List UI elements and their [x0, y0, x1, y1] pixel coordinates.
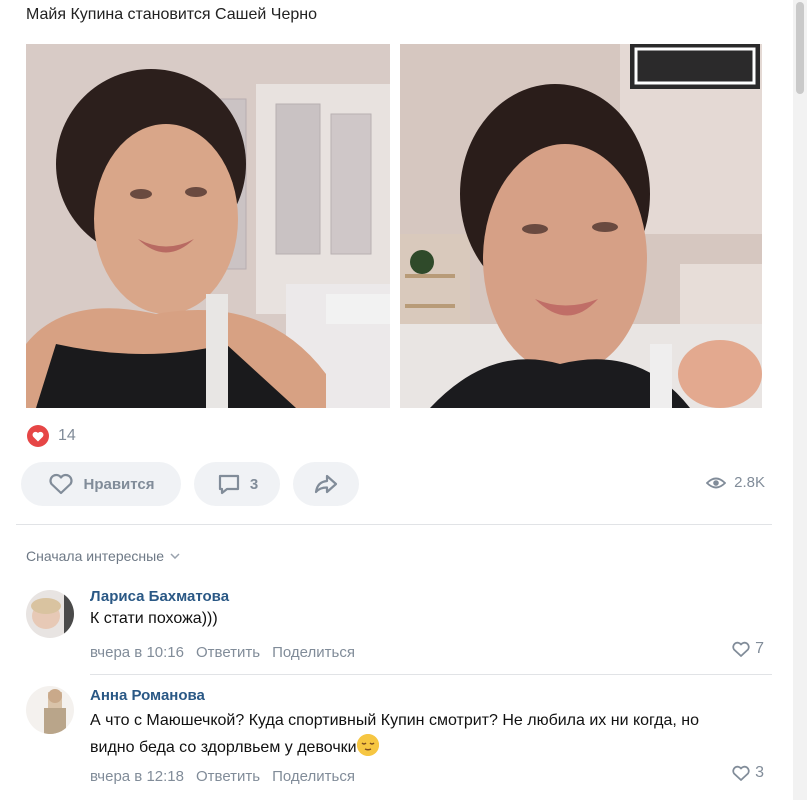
heart-filled-icon — [27, 425, 49, 447]
comment-text: А что с Маюшечкой? Куда спортивный Купин… — [90, 708, 740, 761]
comments-count: 3 — [249, 475, 259, 493]
comment-author[interactable]: Лариса Бахматова — [90, 588, 229, 605]
avatar-image — [26, 590, 74, 638]
avatar-image — [26, 686, 74, 734]
heart-outline-icon — [732, 765, 750, 781]
heart-outline-icon — [732, 641, 750, 657]
avatar[interactable] — [26, 686, 74, 734]
comment-icon — [218, 474, 239, 495]
comment-text: К стати похожа))) — [90, 610, 218, 627]
share-comment-button[interactable]: Поделиться — [272, 768, 355, 785]
comment-meta: вчера в 10:16 Ответить Поделиться — [90, 644, 355, 661]
chevron-down-icon — [170, 553, 180, 559]
comment-meta: вчера в 12:18 Ответить Поделиться — [90, 768, 355, 785]
divider — [16, 524, 772, 525]
scrollbar-thumb[interactable] — [796, 2, 804, 94]
comment-likes-count: 7 — [755, 640, 764, 657]
reply-button[interactable]: Ответить — [196, 644, 260, 661]
comment-item: Лариса Бахматова К стати похожа))) вчера… — [26, 586, 772, 664]
views-count: 2.8K — [734, 474, 765, 491]
share-comment-button[interactable]: Поделиться — [272, 644, 355, 661]
likes-count: 14 — [58, 427, 76, 444]
heart-outline-icon — [49, 473, 74, 495]
comment-likes-count: 3 — [755, 764, 764, 781]
relieved-face-emoji-icon — [356, 734, 379, 756]
photo-2-image — [400, 44, 762, 408]
comment-item: Анна Романова А что с Маюшечкой? Куда сп… — [26, 686, 772, 794]
post-photo-1[interactable] — [26, 44, 390, 408]
sort-label: Сначала интересные — [26, 548, 164, 564]
post-photo-2[interactable] — [400, 44, 762, 408]
share-arrow-icon — [314, 474, 338, 494]
comment-author[interactable]: Анна Романова — [90, 687, 205, 704]
comments-sort-dropdown[interactable]: Сначала интересные — [26, 548, 180, 564]
post-text: Майя Купина становится Сашей Черно — [26, 6, 317, 23]
comment-like-button[interactable]: 7 — [731, 640, 764, 658]
share-button[interactable] — [293, 462, 359, 506]
like-button[interactable]: Нравится — [21, 462, 181, 506]
comment-button[interactable]: 3 — [194, 462, 280, 506]
avatar[interactable] — [26, 590, 74, 638]
divider — [90, 674, 772, 675]
post-likes[interactable]: 14 — [26, 424, 76, 448]
comment-time[interactable]: вчера в 10:16 — [90, 644, 184, 661]
reply-button[interactable]: Ответить — [196, 768, 260, 785]
emoji-face — [356, 734, 379, 756]
comment-text-content: А что с Маюшечкой? Куда спортивный Купин… — [90, 712, 700, 756]
like-button-label: Нравится — [83, 475, 155, 493]
views-counter: 2.8K — [706, 474, 765, 491]
eye-icon — [706, 477, 727, 488]
comment-like-button[interactable]: 3 — [731, 764, 764, 782]
comment-time[interactable]: вчера в 12:18 — [90, 768, 184, 785]
scrollbar[interactable] — [793, 0, 807, 800]
photo-1-image — [26, 44, 390, 408]
